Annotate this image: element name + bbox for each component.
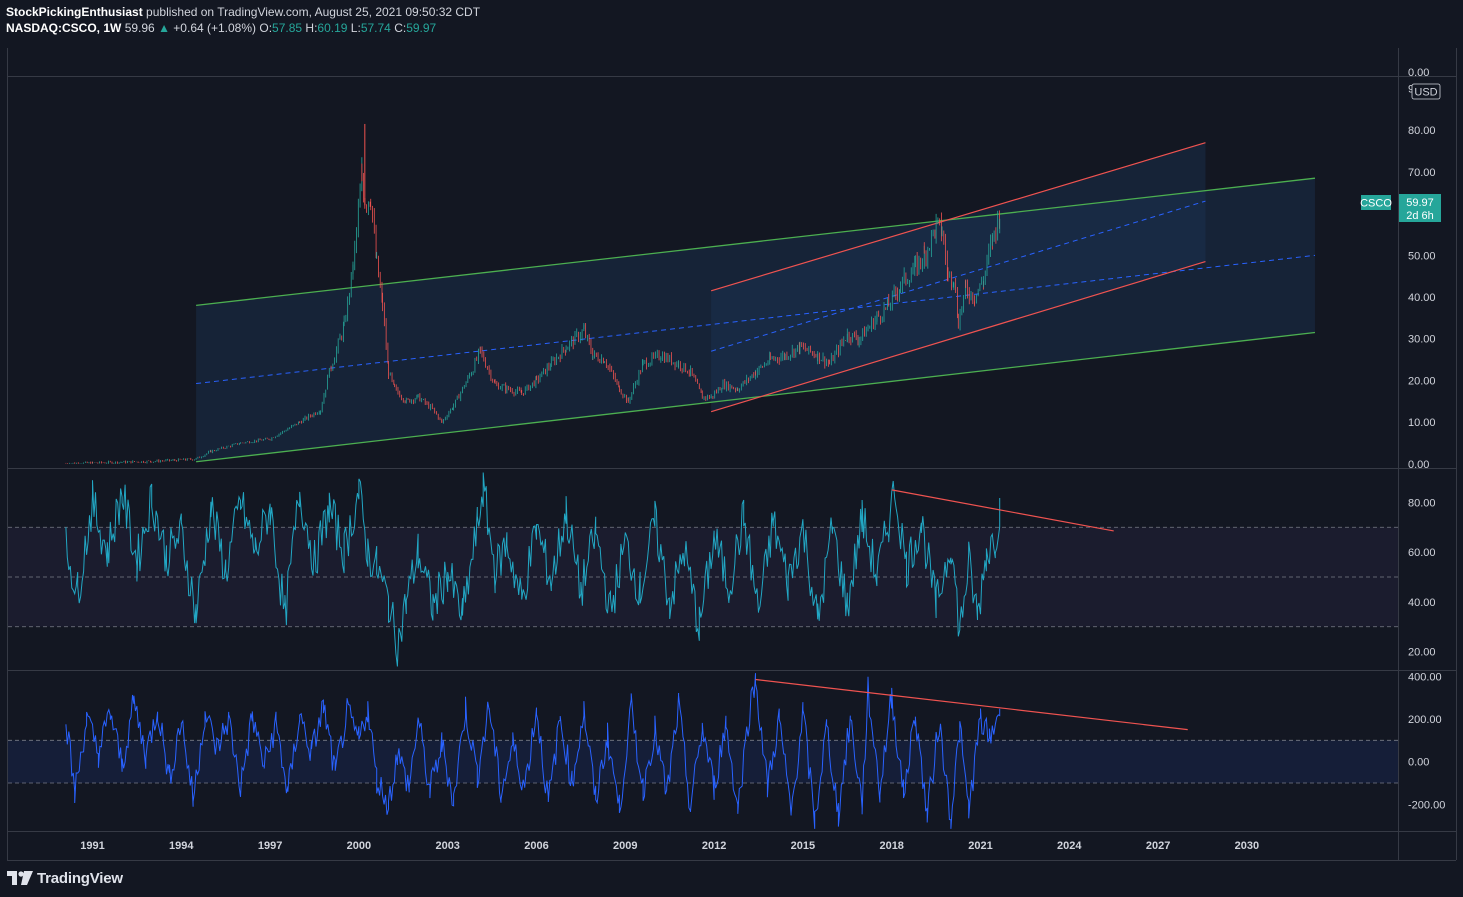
currency-badge[interactable]: USD xyxy=(1411,83,1441,100)
x-axis-tick: 1997 xyxy=(258,840,282,852)
x-axis-tick: 2000 xyxy=(347,840,371,852)
rsi-axis-tick: 40.00 xyxy=(1408,597,1436,609)
price-axis-tick: 10.00 xyxy=(1408,417,1436,429)
y-axis[interactable]: 0.00 10.00 20.00 30.00 40.00 50.00 60.00 70.00 8… xyxy=(1408,67,1445,811)
x-axis-tick: 2009 xyxy=(613,840,637,852)
price-axis-tick: 20.00 xyxy=(1408,375,1436,387)
tradingview-logo-text: TradingView xyxy=(37,869,123,887)
x-axis-tick: 2015 xyxy=(791,840,815,852)
price-axis-tick: 0.00 xyxy=(1408,459,1429,471)
price-tag-value: 59.97 xyxy=(1406,197,1434,209)
last-price-tag: CSCO 59.97 2d 6h xyxy=(1360,194,1441,222)
price-axis-top-tick: 0.00 xyxy=(1408,67,1429,79)
chart-canvas[interactable]: 0.00 10.00 20.00 30.00 40.00 50.00 60.00 70.00 8… xyxy=(0,0,1463,897)
cci-pane xyxy=(8,673,1398,829)
x-axis-tick: 2018 xyxy=(879,840,903,852)
rsi-axis-tick: 80.00 xyxy=(1408,497,1436,509)
x-axis-tick: 1994 xyxy=(169,840,194,852)
price-tag-symbol: CSCO xyxy=(1360,198,1392,210)
x-axis-tick: 2006 xyxy=(524,840,548,852)
cci-axis-tick: 200.00 xyxy=(1408,714,1442,726)
price-tag-countdown: 2d 6h xyxy=(1406,210,1434,222)
x-axis-tick: 2027 xyxy=(1146,840,1170,852)
x-axis-tick: 2024 xyxy=(1057,840,1082,852)
x-axis-tick: 1991 xyxy=(80,840,104,852)
tradingview-logo-icon xyxy=(7,871,33,885)
x-axis-tick: 2012 xyxy=(702,840,726,852)
rsi-axis-tick: 20.00 xyxy=(1408,647,1436,659)
price-axis-tick: 50.00 xyxy=(1408,250,1436,262)
cci-axis-tick: 400.00 xyxy=(1408,671,1442,683)
rsi-pane xyxy=(8,472,1398,667)
price-axis-tick: 80.00 xyxy=(1408,125,1436,137)
cci-trendline xyxy=(755,678,1188,731)
x-axis-tick: 2003 xyxy=(435,840,459,852)
rsi-trendline xyxy=(891,489,1114,532)
price-axis-tick: 30.00 xyxy=(1408,334,1436,346)
price-axis-tick: 40.00 xyxy=(1408,292,1436,304)
x-axis-tick: 2030 xyxy=(1235,840,1259,852)
x-axis[interactable]: 1991 1994 1997 2000 2003 2006 2009 2012 2015 2018… xyxy=(80,840,1259,852)
currency-label: USD xyxy=(1414,87,1437,99)
rsi-axis-tick: 60.00 xyxy=(1408,547,1436,559)
price-axis-tick: 70.00 xyxy=(1408,167,1436,179)
x-axis-tick: 2021 xyxy=(968,840,992,852)
tradingview-logo[interactable]: TradingView xyxy=(7,869,123,887)
cci-axis-tick: 0.00 xyxy=(1408,757,1429,769)
cci-axis-tick: -200.00 xyxy=(1408,799,1445,811)
